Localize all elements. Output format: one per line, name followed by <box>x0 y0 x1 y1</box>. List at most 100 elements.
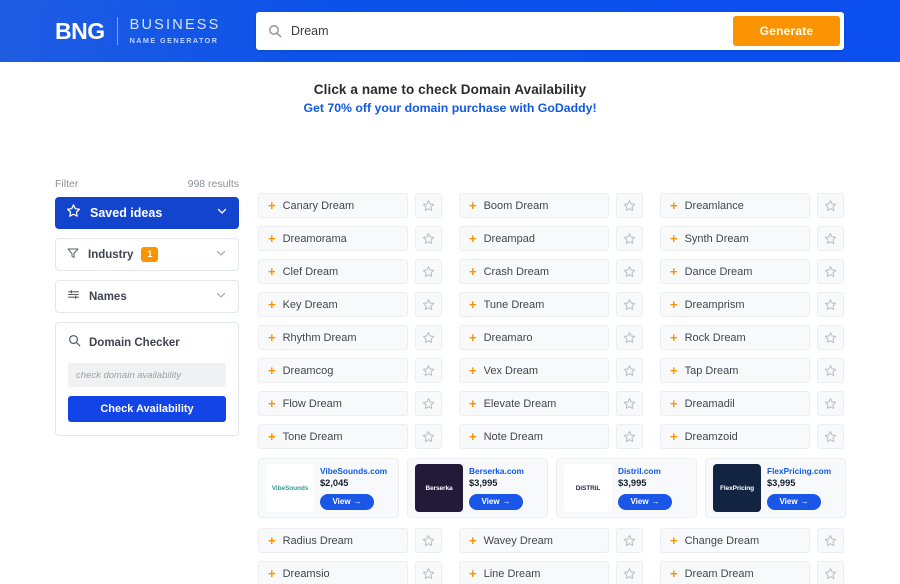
favorite-star-button[interactable] <box>415 193 442 218</box>
name-card[interactable]: + Clef Dream <box>258 259 408 284</box>
favorite-star-button[interactable] <box>616 528 643 553</box>
star-outline-icon <box>824 430 837 443</box>
favorite-star-button[interactable] <box>817 424 844 449</box>
name-card[interactable]: + Dance Dream <box>660 259 810 284</box>
favorite-star-button[interactable] <box>616 358 643 383</box>
name-card[interactable]: + Radius Dream <box>258 528 408 553</box>
favorite-star-button[interactable] <box>817 561 844 584</box>
favorite-star-button[interactable] <box>415 561 442 584</box>
name-card[interactable]: + Dreamorama <box>258 226 408 251</box>
favorite-star-button[interactable] <box>616 561 643 584</box>
favorite-star-button[interactable] <box>415 424 442 449</box>
name-card[interactable]: + Change Dream <box>660 528 810 553</box>
favorite-star-button[interactable] <box>817 325 844 350</box>
plus-icon: + <box>670 297 678 312</box>
name-card[interactable]: + Tune Dream <box>459 292 609 317</box>
brand-title: BUSINESS <box>129 16 221 33</box>
favorite-star-button[interactable] <box>817 259 844 284</box>
godaddy-promo-link[interactable]: Get 70% off your domain purchase with Go… <box>303 101 596 115</box>
name-card[interactable]: + Synth Dream <box>660 226 810 251</box>
name-label: Vex Dream <box>483 364 539 377</box>
search-icon <box>268 24 282 38</box>
favorite-star-button[interactable] <box>616 424 643 449</box>
favorite-star-button[interactable] <box>616 259 643 284</box>
favorite-star-button[interactable] <box>415 259 442 284</box>
name-card[interactable]: + Dreampad <box>459 226 609 251</box>
favorite-star-button[interactable] <box>415 292 442 317</box>
domain-checker-input[interactable] <box>68 363 226 387</box>
favorite-star-button[interactable] <box>616 292 643 317</box>
favorite-star-button[interactable] <box>817 193 844 218</box>
favorite-star-button[interactable] <box>817 358 844 383</box>
headline-block: Click a name to check Domain Availabilit… <box>0 62 900 117</box>
favorite-star-button[interactable] <box>616 193 643 218</box>
favorite-star-button[interactable] <box>415 358 442 383</box>
favorite-star-button[interactable] <box>415 325 442 350</box>
favorite-star-button[interactable] <box>415 226 442 251</box>
name-card[interactable]: + Dreamadil <box>660 391 810 416</box>
name-card[interactable]: + Key Dream <box>258 292 408 317</box>
ad-view-button[interactable]: View → <box>618 493 672 510</box>
name-card[interactable]: + Dreamzoid <box>660 424 810 449</box>
name-label: Flow Dream <box>282 397 342 410</box>
plus-icon: + <box>670 533 678 548</box>
sidebar-item-saved-ideas[interactable]: Saved ideas <box>55 197 239 229</box>
name-card[interactable]: + Canary Dream <box>258 193 408 218</box>
name-row: + Flow Dream + Elevate Dream + Dreamadil <box>258 391 846 416</box>
domain-ad-card[interactable]: DiSTRiL Distril.com $3,995 View → <box>556 458 697 518</box>
favorite-star-button[interactable] <box>616 391 643 416</box>
domain-ad-card[interactable]: Berserka Berserka.com $3,995 View → <box>407 458 548 518</box>
name-card[interactable]: + Wavey Dream <box>459 528 609 553</box>
check-availability-button[interactable]: Check Availability <box>68 396 226 422</box>
arrow-right-icon: → <box>800 497 809 507</box>
favorite-star-button[interactable] <box>817 391 844 416</box>
sidebar-item-industry[interactable]: Industry 1 <box>55 238 239 271</box>
domain-ad-card[interactable]: VibeSounds VibeSounds.com $2,045 View → <box>258 458 399 518</box>
name-card[interactable]: + Boom Dream <box>459 193 609 218</box>
ad-domain-name: VibeSounds.com <box>320 466 388 477</box>
favorite-star-button[interactable] <box>415 391 442 416</box>
name-card[interactable]: + Tone Dream <box>258 424 408 449</box>
ad-view-button[interactable]: View → <box>320 493 374 510</box>
name-label: Synth Dream <box>684 232 749 245</box>
name-cell: + Canary Dream <box>258 193 442 218</box>
name-card[interactable]: + Dreamlance <box>660 193 810 218</box>
favorite-star-button[interactable] <box>817 528 844 553</box>
name-cell: + Dreamorama <box>258 226 442 251</box>
name-card[interactable]: + Rock Dream <box>660 325 810 350</box>
name-card[interactable]: + Rhythm Dream <box>258 325 408 350</box>
name-card[interactable]: + Note Dream <box>459 424 609 449</box>
name-label: Note Dream <box>483 430 543 443</box>
name-card[interactable]: + Tap Dream <box>660 358 810 383</box>
name-label: Rhythm Dream <box>282 331 357 344</box>
name-card[interactable]: + Dream Dream <box>660 561 810 584</box>
ad-logo: FlexPricing <box>713 464 761 512</box>
domain-ad-card[interactable]: FlexPricing FlexPricing.com $3,995 View → <box>705 458 846 518</box>
star-outline-icon <box>422 364 435 377</box>
name-card[interactable]: + Line Dream <box>459 561 609 584</box>
sidebar-item-names[interactable]: Names <box>55 280 239 313</box>
name-card[interactable]: + Dreamsio <box>258 561 408 584</box>
ad-view-button[interactable]: View → <box>767 493 821 510</box>
brand-logo[interactable]: BNG BUSINESS NAME GENERATOR <box>55 14 221 48</box>
favorite-star-button[interactable] <box>415 528 442 553</box>
name-card[interactable]: + Flow Dream <box>258 391 408 416</box>
favorite-star-button[interactable] <box>817 292 844 317</box>
search-input[interactable] <box>291 24 733 38</box>
chevron-down-icon <box>215 246 227 264</box>
generate-button[interactable]: Generate <box>733 16 840 46</box>
name-card[interactable]: + Crash Dream <box>459 259 609 284</box>
name-card[interactable]: + Dreamprism <box>660 292 810 317</box>
favorite-star-button[interactable] <box>817 226 844 251</box>
name-card[interactable]: + Dreamaro <box>459 325 609 350</box>
name-card[interactable]: + Elevate Dream <box>459 391 609 416</box>
arrow-right-icon: → <box>651 497 660 507</box>
favorite-star-button[interactable] <box>616 325 643 350</box>
star-outline-icon <box>623 331 636 344</box>
name-cell: + Flow Dream <box>258 391 442 416</box>
name-card[interactable]: + Dreamcog <box>258 358 408 383</box>
name-cell: + Vex Dream <box>459 358 643 383</box>
ad-view-button[interactable]: View → <box>469 493 523 510</box>
favorite-star-button[interactable] <box>616 226 643 251</box>
name-card[interactable]: + Vex Dream <box>459 358 609 383</box>
